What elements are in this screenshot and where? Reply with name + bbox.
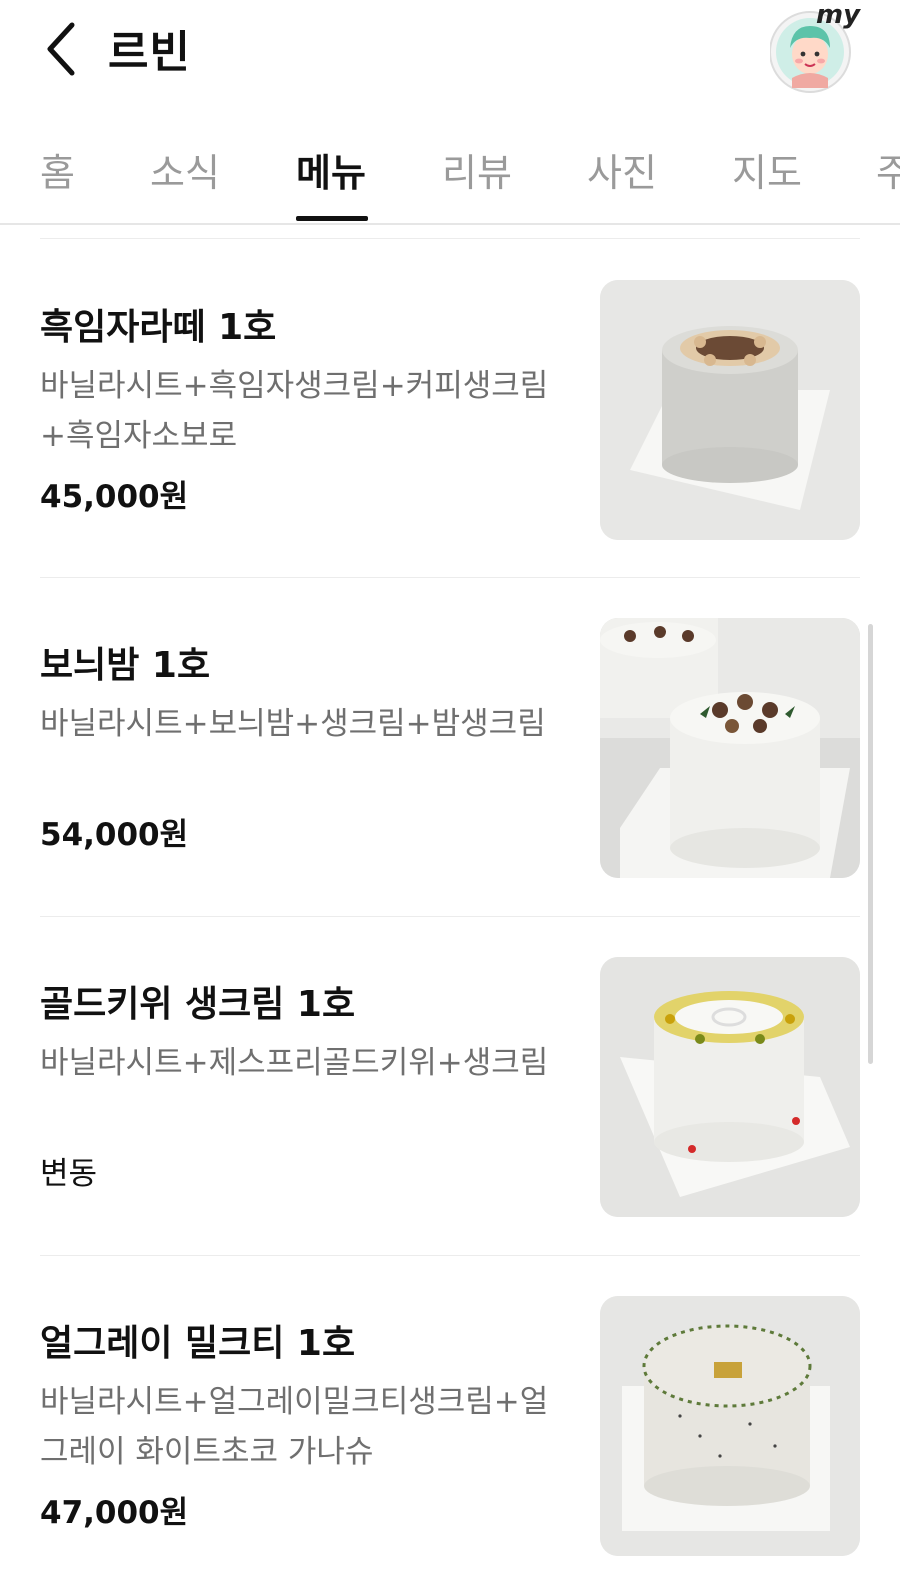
top-app-bar: 르빈 my xyxy=(0,0,900,110)
menu-item-description: 바닐라시트+보늬밤+생크림+밤생크림 xyxy=(40,706,546,742)
menu-item[interactable]: 보늬밤 1호 바닐라시트+보늬밤+생크림+밤생크림 54,000원 xyxy=(0,578,900,918)
tab-news[interactable]: 소식 xyxy=(150,142,220,197)
tab-home[interactable]: 홈 xyxy=(40,142,75,197)
menu-item-name: 골드키위 생크림 1호 xyxy=(40,984,356,1025)
page-title: 르빈 xyxy=(108,27,191,78)
tab-more[interactable]: 주 xyxy=(876,142,900,197)
tab-menu[interactable]: 메뉴 xyxy=(296,142,366,197)
menu-item-description: 바닐라시트+흑임자생크림+커피생크림+흑임자소보로 xyxy=(40,368,549,454)
menu-item-price: 45,000원 xyxy=(40,479,189,515)
menu-item[interactable]: 얼그레이 밀크티 1호 바닐라시트+얼그레이밀크티생크림+얼그레이 화이트초코 … xyxy=(0,1256,900,1586)
tab-reviews[interactable]: 리뷰 xyxy=(442,142,512,197)
menu-item-price: 변동 xyxy=(40,1156,98,1192)
tab-map[interactable]: 지도 xyxy=(732,142,802,197)
menu-item-photo xyxy=(600,1296,860,1556)
menu-item-photo xyxy=(600,957,860,1217)
menu-item-photo xyxy=(600,618,860,878)
divider xyxy=(40,238,860,239)
scrollbar[interactable] xyxy=(868,624,873,1064)
menu-item[interactable]: 흑임자라떼 1호 바닐라시트+흑임자생크림+커피생크림+흑임자소보로 45,00… xyxy=(0,240,900,580)
menu-item-description: 바닐라시트+얼그레이밀크티생크림+얼그레이 화이트초코 가나슈 xyxy=(40,1384,549,1470)
tab-bar: 홈 소식 메뉴 리뷰 사진 지도 주 xyxy=(0,118,900,225)
menu-item-name: 흑임자라떼 1호 xyxy=(40,307,277,348)
menu-item[interactable]: 골드키위 생크림 1호 바닐라시트+제스프리골드키위+생크림 변동 xyxy=(0,917,900,1257)
menu-item-description: 바닐라시트+제스프리골드키위+생크림 xyxy=(40,1045,549,1081)
tab-photos[interactable]: 사진 xyxy=(587,142,657,197)
menu-item-name: 얼그레이 밀크티 1호 xyxy=(40,1323,356,1364)
menu-item-price: 54,000원 xyxy=(40,817,189,853)
menu-item-name: 보늬밤 1호 xyxy=(40,645,211,686)
my-profile-button[interactable]: my xyxy=(769,0,866,94)
back-button[interactable] xyxy=(30,14,90,84)
active-tab-indicator xyxy=(296,216,368,221)
chevron-left-icon xyxy=(47,22,75,76)
menu-item-photo xyxy=(600,280,860,540)
my-badge: my xyxy=(816,0,861,30)
menu-item-price: 47,000원 xyxy=(40,1495,189,1531)
